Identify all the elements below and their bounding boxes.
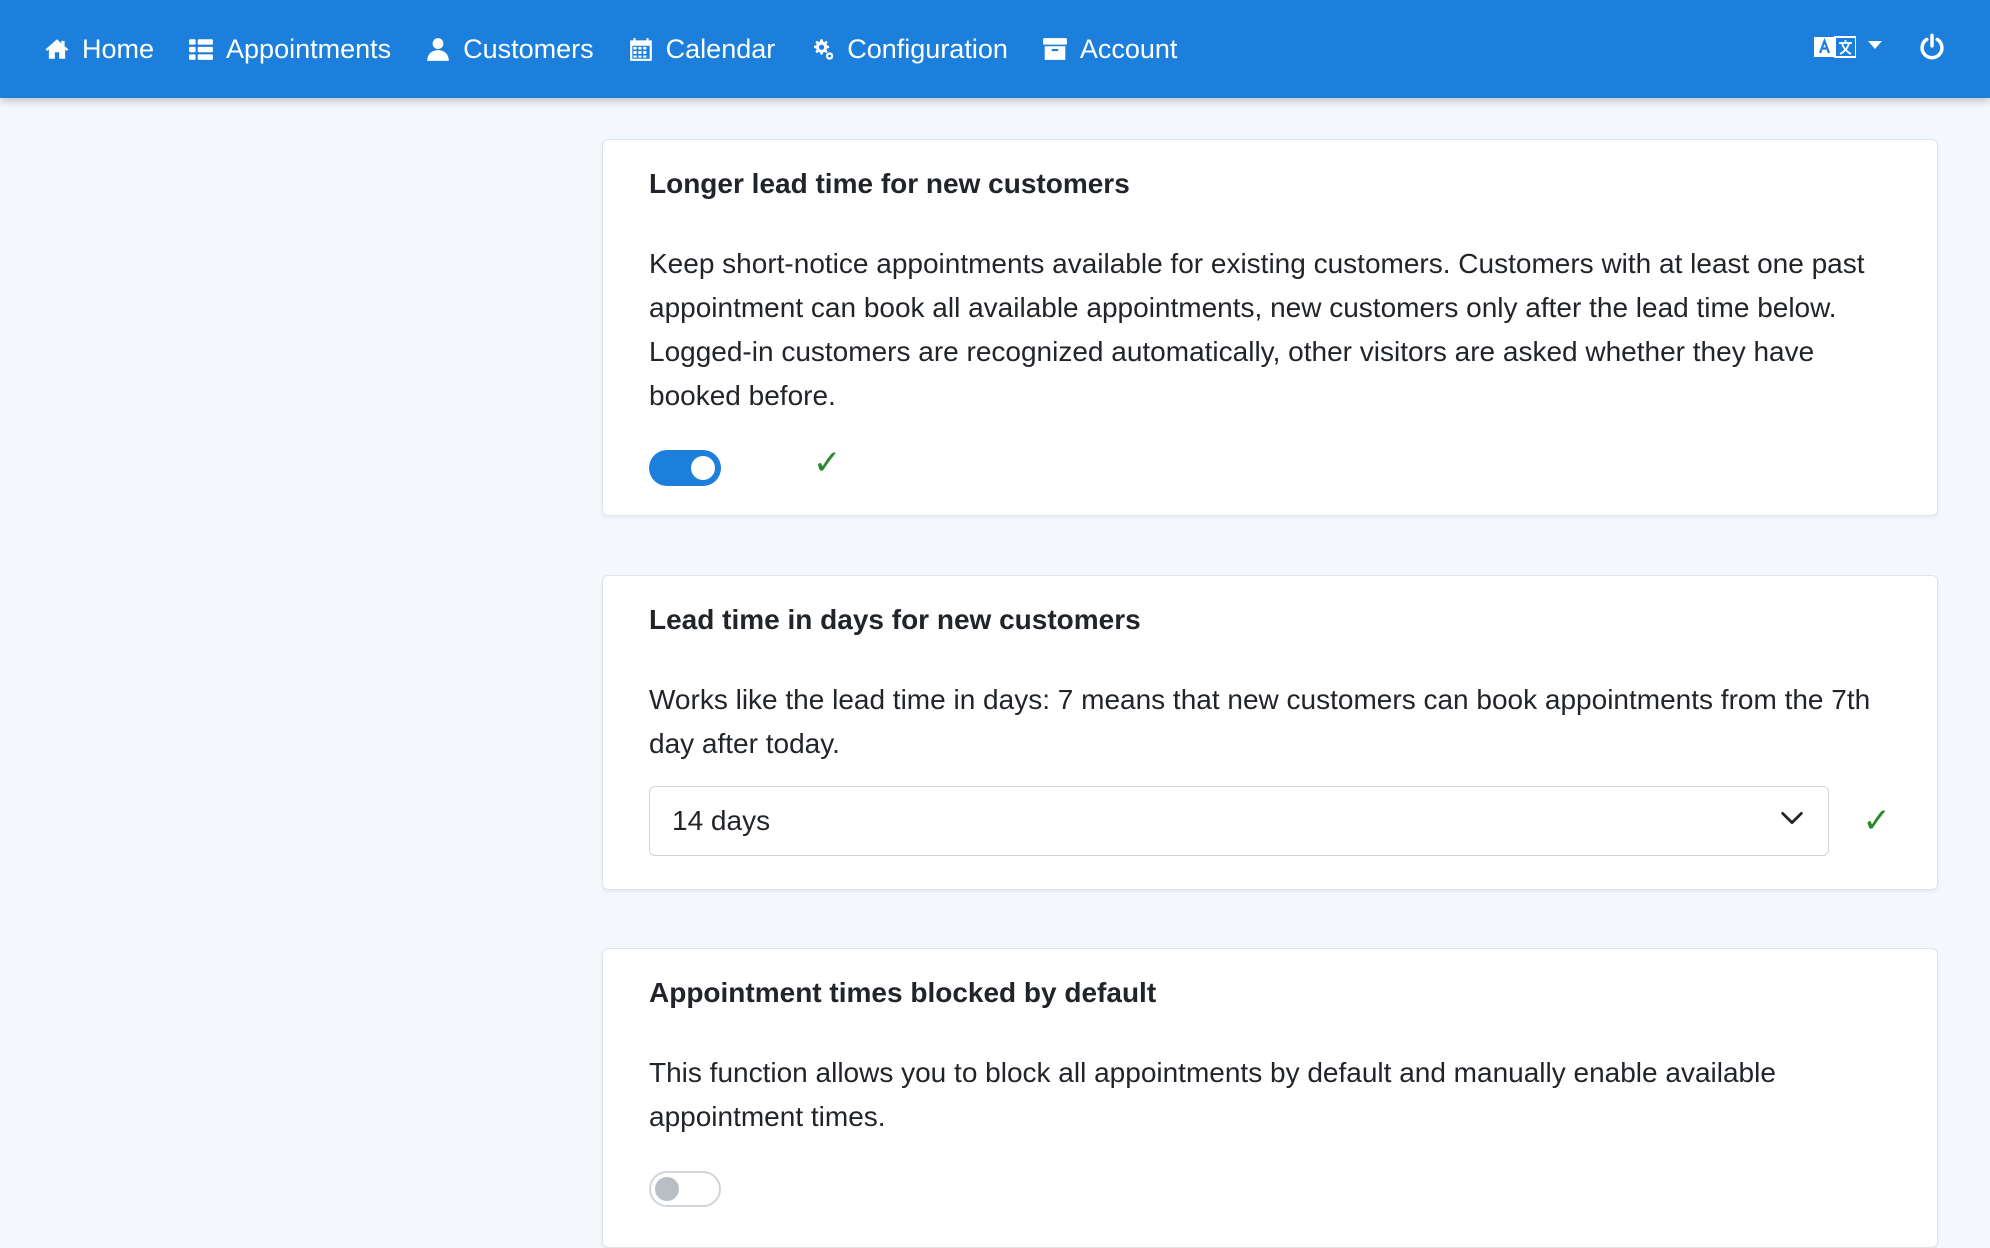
nav-item-label: Account: [1079, 33, 1178, 64]
nav-item-configuration[interactable]: Configuration: [809, 0, 1008, 98]
nav-item-label: Home: [82, 33, 155, 64]
setting-control-row: [649, 1171, 1891, 1208]
setting-card-longer-lead-time: Longer lead time for new customers Keep …: [602, 139, 1938, 516]
nav-item-account[interactable]: Account: [1042, 0, 1178, 98]
power-icon: [1918, 33, 1946, 65]
nav-item-customers[interactable]: Customers: [425, 0, 594, 98]
lead-time-days-select[interactable]: 14 days: [649, 786, 1829, 857]
nav-item-home[interactable]: Home: [44, 0, 154, 98]
top-navbar: Home Appointments Customers Calendar Con…: [0, 0, 1990, 98]
chevron-down-icon: [1868, 41, 1882, 49]
nav-menu: Home Appointments Customers Calendar Con…: [44, 0, 1211, 98]
card-title: Longer lead time for new customers: [649, 168, 1130, 199]
language-dropdown-button[interactable]: [1814, 33, 1882, 66]
list-icon: [188, 36, 214, 62]
nav-right-actions: [1814, 0, 1946, 98]
card-title: Appointment times blocked by default: [649, 977, 1157, 1008]
setting-card-blocked-by-default: Appointment times blocked by default Thi…: [602, 948, 1938, 1248]
setting-control-row: ✓: [649, 446, 1891, 487]
home-icon: [44, 36, 70, 62]
nav-item-label: Configuration: [847, 33, 1008, 64]
nav-item-label: Calendar: [665, 33, 776, 64]
card-description: Keep short-notice appointments available…: [649, 248, 1865, 412]
nav-item-appointments[interactable]: Appointments: [188, 0, 391, 98]
select-value: 14 days: [672, 805, 771, 837]
card-description: Works like the lead time in days: 7 mean…: [649, 684, 1871, 760]
user-icon: [425, 36, 451, 62]
nav-item-label: Appointments: [226, 33, 392, 64]
nav-item-label: Customers: [463, 33, 594, 64]
setting-card-lead-time-days: Lead time in days for new customers Work…: [602, 575, 1938, 890]
longer-lead-time-toggle[interactable]: [649, 450, 721, 487]
saved-check-icon: ✓: [813, 444, 842, 483]
archive-icon: [1042, 36, 1068, 62]
translate-icon: [1814, 33, 1857, 66]
gears-icon: [809, 36, 835, 62]
calendar-icon: [628, 36, 654, 62]
chevron-down-icon: [1778, 804, 1806, 839]
card-description: This function allows you to block all ap…: [649, 1057, 1776, 1133]
blocked-by-default-toggle[interactable]: [649, 1171, 721, 1208]
logout-button[interactable]: [1918, 33, 1946, 66]
card-title: Lead time in days for new customers: [649, 604, 1141, 635]
setting-control-row: 14 days ✓: [649, 786, 1892, 857]
nav-item-calendar[interactable]: Calendar: [628, 0, 776, 98]
saved-check-icon: ✓: [1862, 802, 1892, 841]
